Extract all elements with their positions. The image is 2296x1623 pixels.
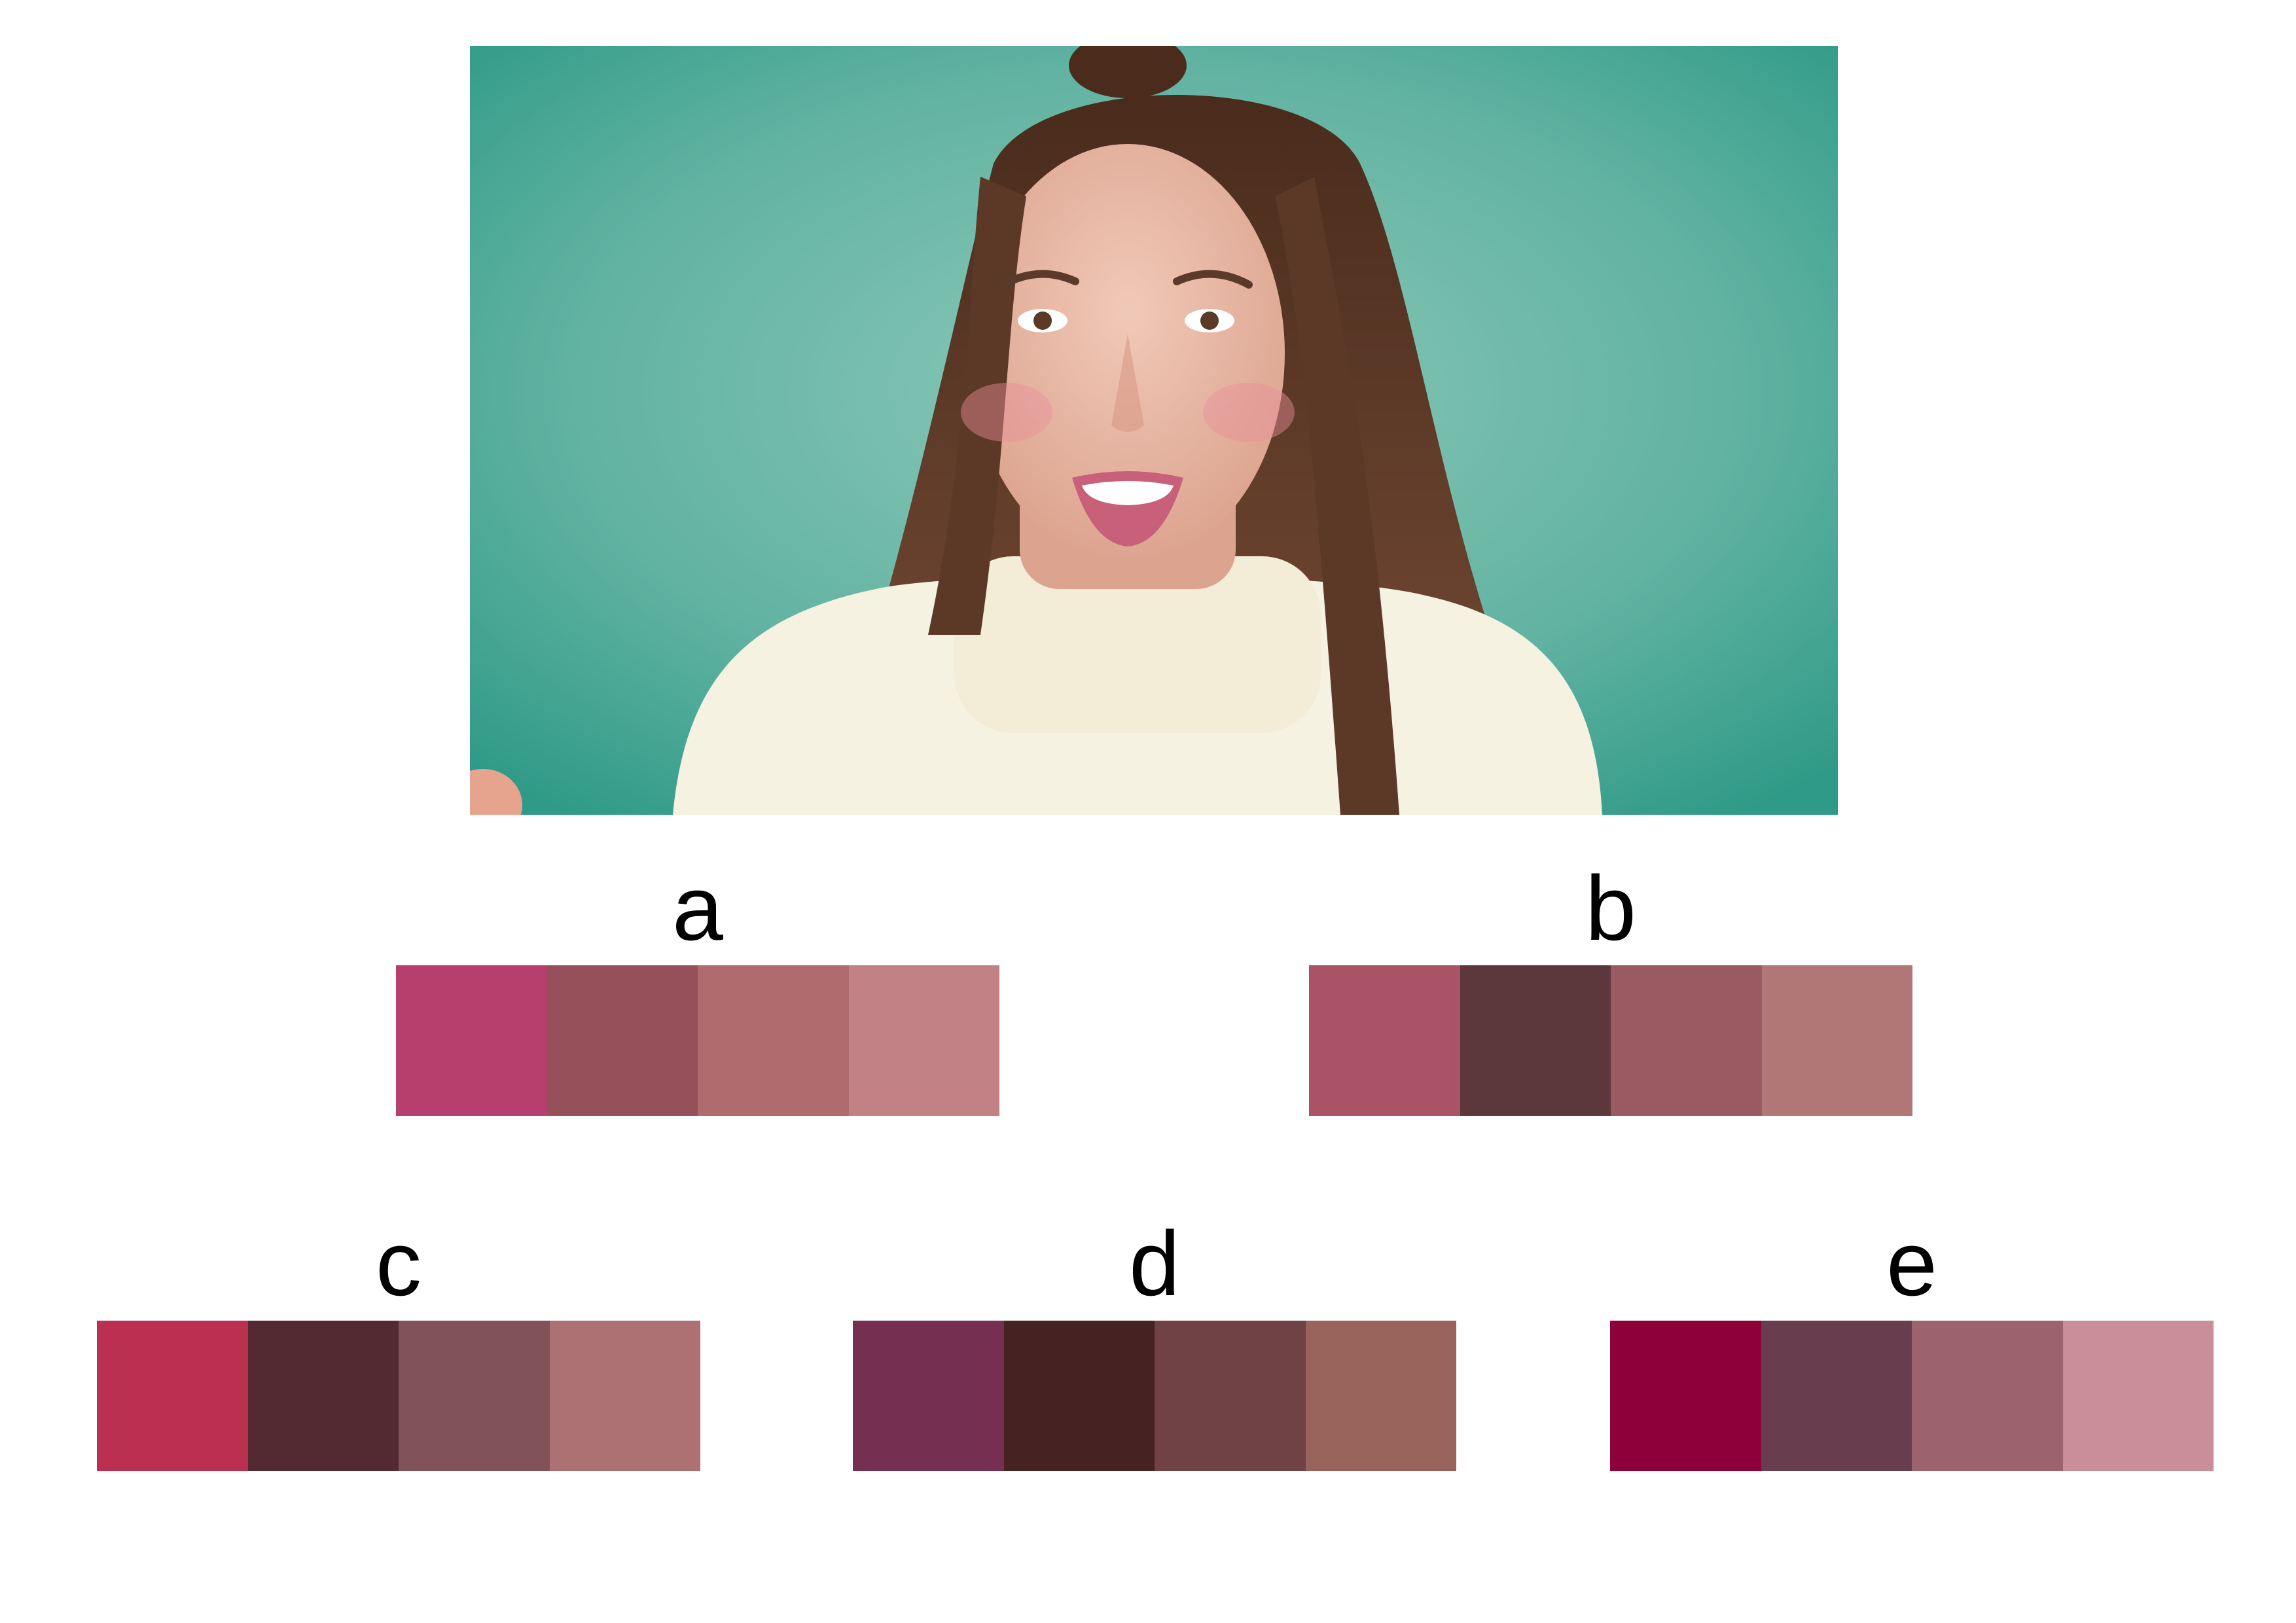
swatch xyxy=(97,1321,248,1471)
palette-label: c xyxy=(376,1212,422,1315)
swatch xyxy=(1761,965,1912,1116)
swatch xyxy=(1611,965,1762,1116)
swatch xyxy=(698,965,849,1116)
swatch-row xyxy=(853,1321,1456,1471)
palette-label: e xyxy=(1886,1212,1937,1315)
swatch xyxy=(549,1321,700,1471)
palette-label: a xyxy=(672,857,723,959)
swatch xyxy=(399,1321,550,1471)
swatch xyxy=(1460,965,1611,1116)
swatch xyxy=(1912,1321,2063,1471)
swatch xyxy=(2062,1321,2214,1471)
swatch xyxy=(1761,1321,1912,1471)
swatch xyxy=(396,965,547,1116)
swatch xyxy=(547,965,698,1116)
swatch xyxy=(1155,1321,1306,1471)
swatch-row xyxy=(1309,965,1912,1116)
swatch-row xyxy=(97,1321,700,1471)
swatch xyxy=(853,1321,1004,1471)
swatch xyxy=(1610,1321,1761,1471)
portrait-photo-icon xyxy=(470,46,1838,815)
swatch xyxy=(1305,1321,1456,1471)
swatch xyxy=(1309,965,1460,1116)
palette-label: b xyxy=(1585,857,1636,959)
swatch xyxy=(848,965,999,1116)
swatch-row xyxy=(1610,1321,2214,1471)
swatch-row xyxy=(396,965,999,1116)
swatch xyxy=(1003,1321,1155,1471)
swatch xyxy=(247,1321,399,1471)
portrait-photo xyxy=(470,46,1838,815)
palette-label: d xyxy=(1129,1212,1180,1315)
